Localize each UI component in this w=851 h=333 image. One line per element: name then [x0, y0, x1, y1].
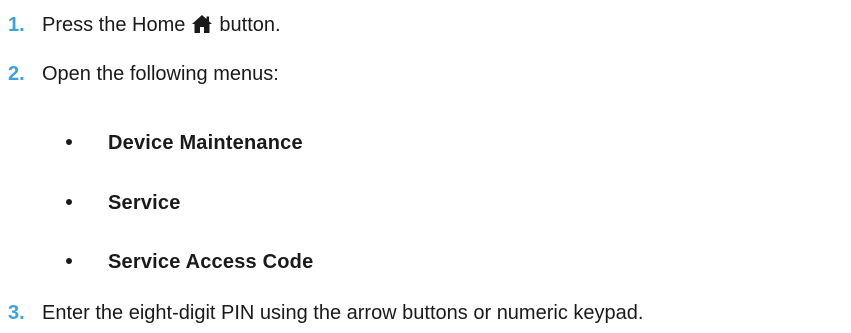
step-1: 1. Press the Home button.	[0, 11, 281, 37]
step-number: 2.	[8, 63, 25, 85]
menu-item-label: Service	[108, 192, 181, 214]
bullet-dot	[66, 139, 72, 145]
menu-item-service-access-code: Service Access Code	[66, 250, 313, 274]
menu-item-label: Device Maintenance	[108, 132, 303, 154]
menu-item-label: Service Access Code	[108, 251, 314, 273]
bullet-dot	[66, 258, 72, 264]
step-text-before-icon: Press the Home	[42, 14, 186, 36]
step-2: 2. Open the following menus:	[0, 62, 279, 86]
step-text-after-icon: button.	[219, 14, 281, 36]
menu-item-service: Service	[66, 191, 181, 215]
step-text: Press the Home button.	[42, 11, 281, 37]
step-text: Enter the eight-digit PIN using the arro…	[42, 302, 644, 324]
home-icon	[191, 14, 213, 34]
step-text: Open the following menus:	[42, 63, 279, 85]
step-number: 1.	[8, 14, 25, 36]
bullet-dot	[66, 199, 72, 205]
menu-item-device-maintenance: Device Maintenance	[66, 131, 303, 155]
step-3: 3. Enter the eight-digit PIN using the a…	[0, 301, 643, 325]
step-number: 3.	[8, 302, 25, 324]
